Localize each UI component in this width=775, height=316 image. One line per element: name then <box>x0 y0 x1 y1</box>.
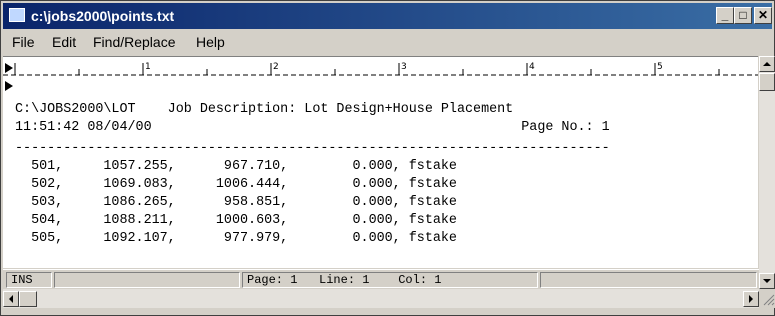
point-row: 502, 1069.083, 1006.444, 0.000, fstake <box>15 177 457 192</box>
editor-window: c:\jobs2000\points.txt _ □ ✕ File Edit F… <box>0 0 775 316</box>
ruler-number: 2 <box>273 62 279 72</box>
cursor-position: Page: 1 Line: 1 Col: 1 <box>242 272 538 288</box>
first-line-indent-marker-icon[interactable] <box>5 63 13 73</box>
left-arrow-icon <box>9 295 13 303</box>
down-arrow-icon <box>763 279 771 283</box>
up-arrow-icon <box>763 62 771 66</box>
separator-line: ----------------------------------------… <box>15 141 610 156</box>
close-button[interactable]: ✕ <box>754 7 772 24</box>
resize-grip-icon <box>763 294 775 306</box>
horizontal-scroll-thumb[interactable] <box>19 291 37 307</box>
close-icon: ✕ <box>757 8 769 22</box>
ruler-number: 5 <box>657 62 663 72</box>
scroll-down-button[interactable] <box>759 273 775 289</box>
vertical-scroll-thumb[interactable] <box>759 73 775 91</box>
ruler-number: 1 <box>145 62 151 72</box>
status-bar: INS Page: 1 Line: 1 Col: 1 <box>3 269 759 290</box>
status-panel-blank <box>54 272 240 288</box>
title-bar[interactable]: c:\jobs2000\points.txt _ □ ✕ <box>3 3 772 29</box>
vertical-scrollbar[interactable] <box>759 56 775 289</box>
maximize-button[interactable]: □ <box>734 7 752 24</box>
ruler[interactable]: 1 2 3 4 5 <box>3 56 758 94</box>
menu-help[interactable]: Help <box>196 34 225 50</box>
document-area[interactable]: C:\JOBS2000\LOT Job Description: Lot Des… <box>3 94 758 268</box>
header-line-1: C:\JOBS2000\LOT Job Description: Lot Des… <box>15 102 514 117</box>
maximize-icon: □ <box>739 8 747 22</box>
point-row: 504, 1088.211, 1000.603, 0.000, fstake <box>15 213 457 228</box>
scroll-up-button[interactable] <box>759 56 775 72</box>
left-indent-marker-icon[interactable] <box>5 81 13 91</box>
status-panel-blank-right <box>540 272 757 288</box>
horizontal-scrollbar[interactable] <box>3 289 759 308</box>
minimize-button[interactable]: _ <box>716 7 734 24</box>
menu-bar: File Edit Find/Replace Help <box>3 31 772 53</box>
resize-grip[interactable] <box>759 289 775 308</box>
header-line-2: 11:51:42 08/04/00 Page No.: 1 <box>15 120 610 135</box>
minimize-icon: _ <box>721 8 729 22</box>
menu-edit[interactable]: Edit <box>52 34 76 50</box>
ruler-graphic: 1 2 3 4 5 <box>3 62 758 91</box>
point-row: 505, 1092.107, 977.979, 0.000, fstake <box>15 231 457 246</box>
scroll-right-button[interactable] <box>743 291 759 307</box>
right-arrow-icon <box>749 295 753 303</box>
window-title: c:\jobs2000\points.txt <box>31 8 175 24</box>
document-icon <box>9 8 25 22</box>
scroll-left-button[interactable] <box>3 291 19 307</box>
ruler-number: 4 <box>529 62 535 72</box>
point-row: 501, 1057.255, 967.710, 0.000, fstake <box>15 159 457 174</box>
point-row: 503, 1086.265, 958.851, 0.000, fstake <box>15 195 457 210</box>
ruler-number: 3 <box>401 62 407 72</box>
insert-mode-indicator: INS <box>6 272 52 288</box>
menu-file[interactable]: File <box>12 34 35 50</box>
menu-find-replace[interactable]: Find/Replace <box>93 34 176 50</box>
